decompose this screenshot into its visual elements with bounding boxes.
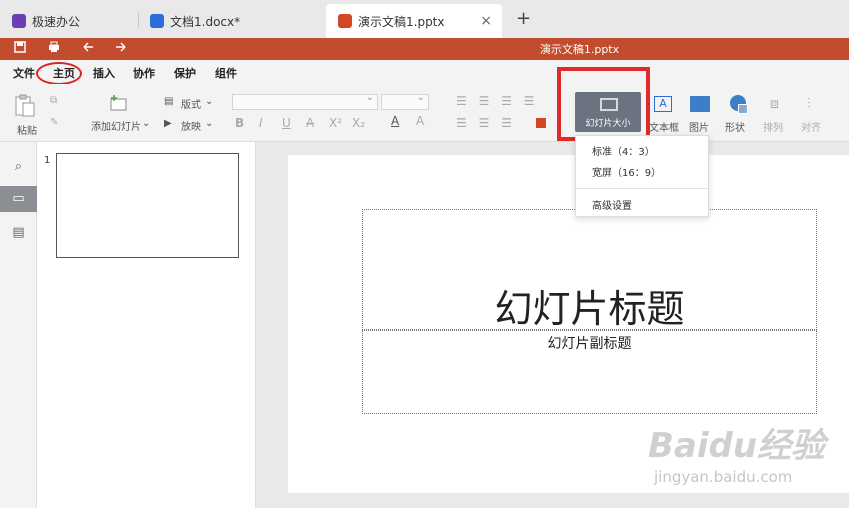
bold-button[interactable]: B (235, 116, 244, 130)
textbox-icon[interactable]: A (654, 96, 672, 112)
menu-collaborate[interactable]: 协作 (133, 65, 155, 81)
add-slide-icon[interactable] (108, 94, 128, 112)
close-tab-icon[interactable]: × (480, 13, 492, 29)
layout-icon: ▤ (164, 96, 174, 107)
title-bar: 演示文稿1.pptx (0, 38, 849, 60)
play-icon: ▶ (164, 118, 172, 129)
menu-file[interactable]: 文件 (13, 65, 35, 81)
menu-components[interactable]: 组件 (215, 65, 237, 81)
list-icons-row[interactable]: ☰ ☰ ☰ ☰ (456, 94, 538, 108)
copy-icon[interactable]: ⧉ (50, 95, 57, 106)
clear-format-icon[interactable]: A (416, 114, 424, 128)
tab-bar: 极速办公 文档1.docx* 演示文稿1.pptx × + (0, 0, 849, 38)
baidu-watermark: Baidu经验 (648, 426, 826, 466)
ribbon-menu: 文件 主页 插入 协作 保护 组件 (0, 60, 849, 84)
format-painter-icon[interactable]: ✎ (50, 117, 58, 128)
superscript-button[interactable]: X² (329, 116, 342, 130)
align-label[interactable]: 对齐 (801, 119, 821, 134)
slide-number: 1 (44, 155, 51, 166)
dropdown-divider (576, 188, 708, 189)
picture-icon[interactable] (690, 96, 710, 112)
slide-subtitle: 幻灯片副标题 (547, 336, 632, 352)
align-icons-row[interactable]: ☰ ☰ ☰ (456, 116, 516, 130)
tab-ppt[interactable]: 演示文稿1.pptx × (326, 4, 502, 38)
doc-icon (150, 14, 164, 28)
layout-button[interactable]: 版式 (181, 96, 201, 111)
shape-square-icon (738, 104, 748, 114)
comment-icon[interactable]: ▤ (10, 224, 27, 241)
tab-label: 文档1.docx* (170, 14, 241, 29)
font-size-select[interactable] (381, 92, 429, 110)
menu-protect[interactable]: 保护 (174, 65, 196, 81)
slide-title: 幻灯片标题 (494, 287, 685, 331)
chevron-down-icon: ⌄ (205, 96, 214, 107)
rocket-icon (12, 14, 26, 28)
align-icon[interactable]: ⫶ (807, 96, 811, 112)
widescreen-16-9-option[interactable]: 宽屏（16：9） (592, 164, 661, 179)
font-color-icon[interactable]: A (391, 114, 399, 128)
tab-label: 极速办公 (32, 14, 81, 29)
underline-button[interactable]: U (282, 116, 291, 130)
add-slide-label[interactable]: 添加幻灯片 (91, 118, 141, 133)
slide-size-dropdown: 标准（4：3） 宽屏（16：9） 高级设置 (575, 135, 709, 217)
play-button[interactable]: 放映 (181, 118, 201, 133)
subscript-button[interactable]: X₂ (352, 116, 365, 130)
new-tab-button[interactable]: + (516, 8, 531, 29)
document-title: 演示文稿1.pptx (539, 43, 620, 56)
font-family-select[interactable] (232, 92, 378, 110)
arrange-label[interactable]: 排列 (763, 119, 783, 134)
textbox-label[interactable]: 文本框 (649, 119, 679, 134)
standard-4-3-option[interactable]: 标准（4：3） (592, 143, 655, 158)
annotation-circle (36, 62, 82, 85)
strikethrough-button[interactable]: A (306, 116, 314, 130)
advanced-settings-option[interactable]: 高级设置 (592, 197, 632, 212)
shape-label[interactable]: 形状 (725, 119, 745, 134)
left-sidebar: ⌕ ▭ ▤ (0, 142, 37, 508)
annotation-highlight-box (557, 67, 650, 141)
baidu-watermark-url: jingyan.baidu.com (654, 468, 793, 486)
chevron-down-icon: ⌄ (142, 118, 151, 129)
arrange-icon[interactable]: ⧈ (770, 96, 779, 112)
tab-home[interactable]: 极速办公 (0, 4, 136, 38)
slides-icon[interactable]: ▭ (0, 186, 37, 212)
ppt-icon (338, 14, 352, 28)
tab-label: 演示文稿1.pptx (358, 14, 445, 29)
italic-button[interactable]: I (259, 116, 263, 130)
search-icon[interactable]: ⌕ (10, 158, 27, 175)
picture-label[interactable]: 图片 (689, 119, 709, 134)
chevron-down-icon: ⌄ (205, 118, 214, 129)
tab-doc[interactable]: 文档1.docx* (138, 4, 318, 38)
paste-icon[interactable] (14, 94, 36, 118)
paste-label: 粘贴 (17, 126, 37, 137)
menu-insert[interactable]: 插入 (93, 65, 115, 81)
shape-fill-icon[interactable] (536, 118, 546, 128)
slide-thumbnail[interactable] (56, 153, 239, 258)
